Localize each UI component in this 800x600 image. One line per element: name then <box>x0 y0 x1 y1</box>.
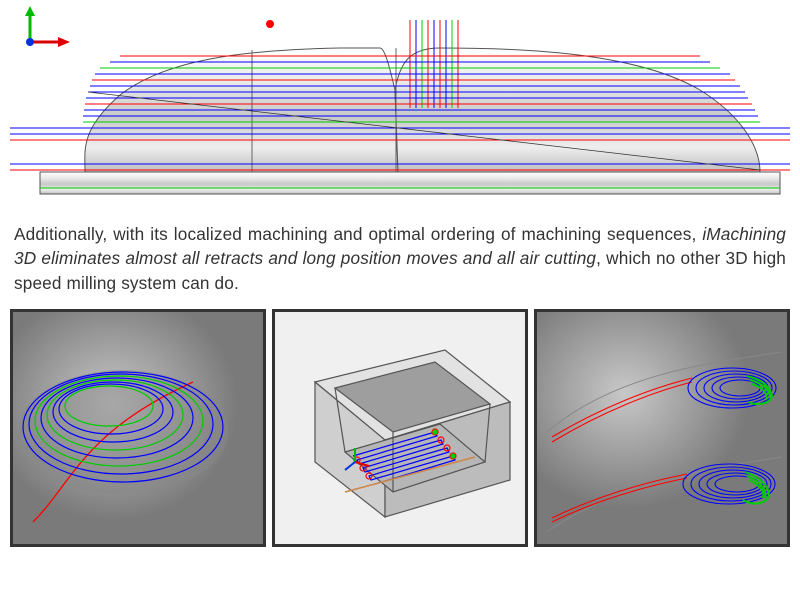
plunge-point-icon <box>266 20 274 28</box>
panel-pocket <box>272 309 528 547</box>
pocket-svg <box>275 312 525 544</box>
figure-row-bottom <box>0 305 800 557</box>
toolpath-profile-svg <box>0 0 800 210</box>
corners-svg <box>537 312 787 544</box>
panel-spiral <box>10 309 266 547</box>
axis-triad-icon <box>25 6 70 47</box>
document-page: Additionally, with its localized machini… <box>0 0 800 600</box>
spiral-svg <box>13 312 263 544</box>
figure-top <box>0 0 800 210</box>
panel-corners <box>534 309 790 547</box>
para-pre: Additionally, with its localized machini… <box>14 224 702 244</box>
paragraph-main: Additionally, with its localized machini… <box>0 210 800 305</box>
